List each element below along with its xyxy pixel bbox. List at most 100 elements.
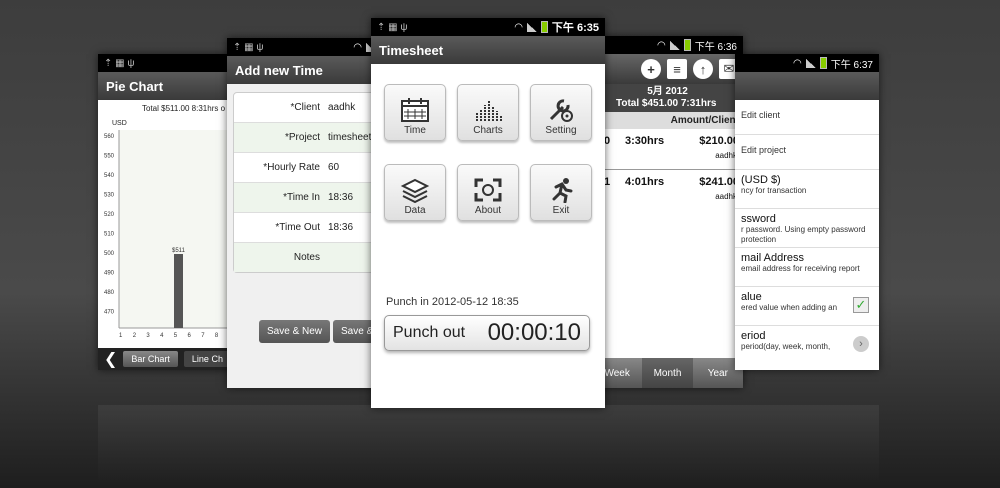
punch-in-label: Punch in — [386, 296, 429, 308]
row-hours: 3:30hrs — [625, 135, 665, 147]
clock: 下午 6:37 — [830, 59, 873, 71]
client-row[interactable]: *Client aadhk — [234, 93, 375, 123]
punch-in-value: 2012-05-12 18:35 — [431, 296, 519, 308]
calendar-icon — [401, 98, 429, 122]
data-button[interactable]: Data — [384, 164, 446, 221]
signal-icon — [526, 22, 537, 32]
wrench-gear-icon — [549, 99, 573, 122]
setting-period[interactable]: eriod period(day, week, month, › — [735, 326, 879, 364]
action-bar: + ≡ ↑ ✉ — [592, 54, 743, 84]
rate-field[interactable]: 60 — [328, 162, 339, 173]
punch-in-info: Punch in 2012-05-12 18:35 — [386, 296, 519, 308]
time-in-label: *Time In — [283, 192, 320, 203]
save-new-button[interactable]: Save & New — [259, 320, 331, 343]
exit-button[interactable]: Exit — [530, 164, 592, 221]
y-tick-label: 520 — [104, 212, 115, 218]
setting-email[interactable]: mail Address email address for receiving … — [735, 248, 879, 287]
x-tick-label: 5 — [174, 333, 178, 339]
y-tick-label: 490 — [104, 271, 115, 277]
page-title: Timesheet — [371, 36, 605, 64]
x-tick-label: 6 — [188, 333, 192, 339]
notes-label: Notes — [293, 252, 320, 263]
period-tabs: Week Month Year — [592, 358, 743, 388]
report-row[interactable]: 1 4:01hrs $241.00 aadhk — [592, 170, 743, 210]
usb-icon: ⇡ ▦ ψ — [377, 21, 408, 33]
clock: 下午 6:36 — [694, 41, 737, 53]
report-screen: ◠ 下午 6:36 + ≡ ↑ ✉ 5月 2012 Total $451.00 … — [592, 36, 743, 388]
time-in-field[interactable]: 18:36 — [328, 192, 353, 203]
layers-icon — [400, 178, 430, 203]
bar — [174, 254, 183, 328]
page-title: Add new Time — [227, 56, 382, 84]
y-ticks: 560 550 540 530 520 510 500 490 480 470 — [104, 134, 115, 316]
y-tick-label: 530 — [104, 193, 115, 199]
bar-label: $511 — [172, 248, 186, 254]
bar-chart-button[interactable]: Bar Chart — [123, 351, 178, 367]
setting-button[interactable]: Setting — [530, 84, 592, 141]
x-tick-label: 1 — [119, 333, 123, 339]
time-out-label: *Time Out — [275, 222, 320, 233]
punch-out-button[interactable]: Punch out 00:00:10 — [384, 315, 590, 351]
back-icon[interactable]: ❮ — [104, 349, 117, 369]
rate-label: *Hourly Rate — [263, 162, 320, 173]
checkbox-icon[interactable]: ✓ — [853, 297, 869, 313]
time-in-row[interactable]: *Time In 18:36 — [234, 183, 375, 213]
y-tick-label: 470 — [104, 310, 115, 316]
time-out-field[interactable]: 18:36 — [328, 222, 353, 233]
signal-icon — [805, 58, 816, 68]
add-icon[interactable]: + — [641, 59, 661, 79]
status-bar: ◠ 下午 6:37 — [735, 54, 879, 72]
line-chart-button[interactable]: Line Ch — [183, 351, 231, 367]
status-bar: ⇡ ▦ ψ ◠ 下午 6:35 — [371, 18, 605, 36]
wifi-icon: ◠ — [353, 41, 362, 53]
upload-icon[interactable]: ↑ — [693, 59, 713, 79]
wifi-icon: ◠ — [793, 57, 802, 69]
time-button[interactable]: Time — [384, 84, 446, 141]
setting-value[interactable]: alue ered value when adding an ✓ — [735, 287, 879, 326]
settings-screen: ◠ 下午 6:37 Edit client Edit project (USD … — [735, 54, 879, 370]
usb-icon: ⇡ ▦ ψ — [233, 41, 264, 53]
battery-icon — [540, 21, 548, 33]
battery-icon — [683, 39, 691, 51]
setting-currency[interactable]: (USD $) ncy for transaction — [735, 170, 879, 209]
x-tick-label: 3 — [146, 333, 150, 339]
notes-row[interactable]: Notes — [234, 243, 375, 272]
y-tick-label: 480 — [104, 290, 115, 296]
row-amount: $241.00 — [699, 176, 739, 188]
signal-icon — [669, 40, 680, 50]
chart-summary: Total $511.00 8:31hrs o — [142, 104, 226, 113]
floor-reflection — [98, 405, 879, 485]
chevron-right-icon[interactable]: › — [853, 336, 869, 352]
wifi-icon: ◠ — [657, 39, 666, 51]
row-amount: $210.00 — [699, 135, 739, 147]
x-ticks: 1 2 3 4 5 6 7 8 — [119, 333, 219, 339]
expand-icon — [474, 178, 502, 202]
charts-button[interactable]: Charts — [457, 84, 519, 141]
project-row[interactable]: *Project timesheet — [234, 123, 375, 153]
timesheet-screen: ⇡ ▦ ψ ◠ 下午 6:35 Timesheet Time Charts Se… — [371, 18, 605, 408]
list-icon[interactable]: ≡ — [667, 59, 687, 79]
y-tick-label: 500 — [104, 251, 115, 257]
project-label: *Project — [284, 132, 320, 143]
row-client: aadhk — [715, 151, 737, 160]
setting-project[interactable]: Edit project — [735, 135, 879, 170]
time-out-row[interactable]: *Time Out 18:36 — [234, 213, 375, 243]
tab-month[interactable]: Month — [642, 358, 693, 388]
row-client: aadhk — [715, 192, 737, 201]
x-tick-label: 8 — [215, 333, 219, 339]
about-button[interactable]: About — [457, 164, 519, 221]
punch-out-label: Punch out — [393, 324, 466, 341]
setting-client[interactable]: Edit client — [735, 100, 879, 135]
setting-password[interactable]: ssword r password. Using empty password p… — [735, 209, 879, 248]
column-header: Amount/Client — [592, 112, 743, 129]
wifi-icon: ◠ — [514, 21, 523, 33]
client-label: *Client — [290, 102, 320, 113]
add-time-screen: ⇡ ▦ ψ ◠ Add new Time *Client aadhk *Proje… — [227, 38, 382, 388]
clock: 下午 6:35 — [551, 22, 599, 34]
y-tick-label: 560 — [104, 134, 115, 140]
x-tick-label: 7 — [201, 333, 205, 339]
project-field[interactable]: timesheet — [328, 132, 371, 143]
client-field[interactable]: aadhk — [328, 102, 355, 113]
rate-row[interactable]: *Hourly Rate 60 — [234, 153, 375, 183]
report-row[interactable]: 0 3:30hrs $210.00 aadhk — [592, 129, 743, 170]
